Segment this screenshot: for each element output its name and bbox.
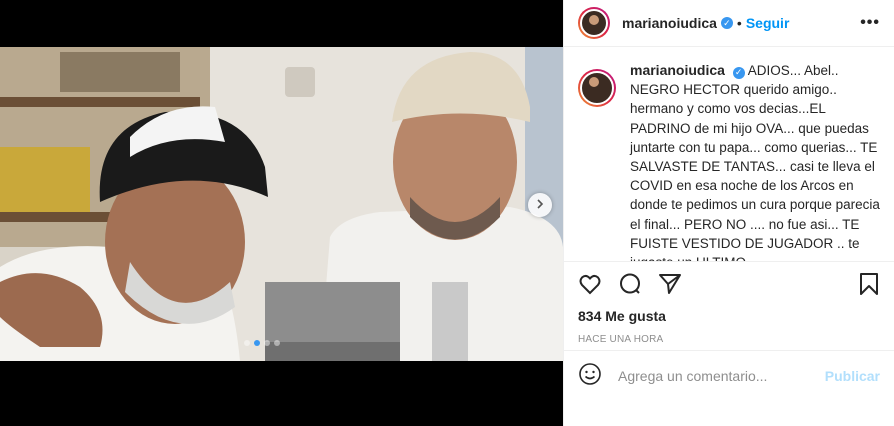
comment-bar: Publicar	[564, 351, 894, 401]
verified-badge-icon: ✓	[720, 17, 733, 29]
emoji-icon[interactable]	[578, 362, 602, 391]
post-timestamp[interactable]: HACE UNA HORA	[564, 330, 894, 351]
post-photo[interactable]	[0, 47, 563, 361]
post-media	[0, 0, 563, 426]
caption: marianoiudica ✓ ADIOS... Abel.. NEGRO HE…	[630, 61, 880, 261]
share-icon[interactable]	[658, 272, 682, 296]
avatar[interactable]	[578, 7, 610, 39]
action-bar	[564, 262, 894, 306]
follow-button[interactable]: Seguir	[746, 15, 790, 31]
publish-button[interactable]: Publicar	[825, 368, 880, 384]
username-link[interactable]: marianoiudica	[622, 15, 717, 31]
more-options-icon[interactable]: •••	[860, 14, 880, 32]
carousel-dot	[264, 340, 270, 346]
carousel-dot	[244, 340, 250, 346]
post-sidebar: marianoiudica ✓ • Seguir ••• marianoiudi…	[563, 0, 894, 426]
verified-badge-icon: ✓	[732, 66, 745, 79]
caption-avatar[interactable]	[578, 69, 616, 107]
bookmark-icon[interactable]	[858, 272, 880, 296]
caption-section: marianoiudica ✓ ADIOS... Abel.. NEGRO HE…	[564, 47, 894, 262]
likes-count[interactable]: 834 Me gusta	[564, 306, 894, 326]
carousel-dot	[254, 340, 260, 346]
post-header: marianoiudica ✓ • Seguir •••	[564, 0, 894, 47]
comment-input[interactable]	[616, 367, 825, 385]
chevron-right-icon	[535, 196, 545, 214]
carousel-next-button[interactable]	[528, 193, 552, 217]
separator-dot: •	[736, 15, 742, 31]
caption-username-link[interactable]: marianoiudica	[630, 62, 725, 78]
comment-icon[interactable]	[618, 272, 642, 296]
carousel-indicator	[244, 340, 280, 346]
carousel-dot	[274, 340, 280, 346]
instagram-post: marianoiudica ✓ • Seguir ••• marianoiudi…	[0, 0, 894, 426]
caption-text: ADIOS... Abel.. NEGRO HECTOR querido ami…	[630, 63, 880, 261]
heart-icon[interactable]	[578, 272, 602, 296]
